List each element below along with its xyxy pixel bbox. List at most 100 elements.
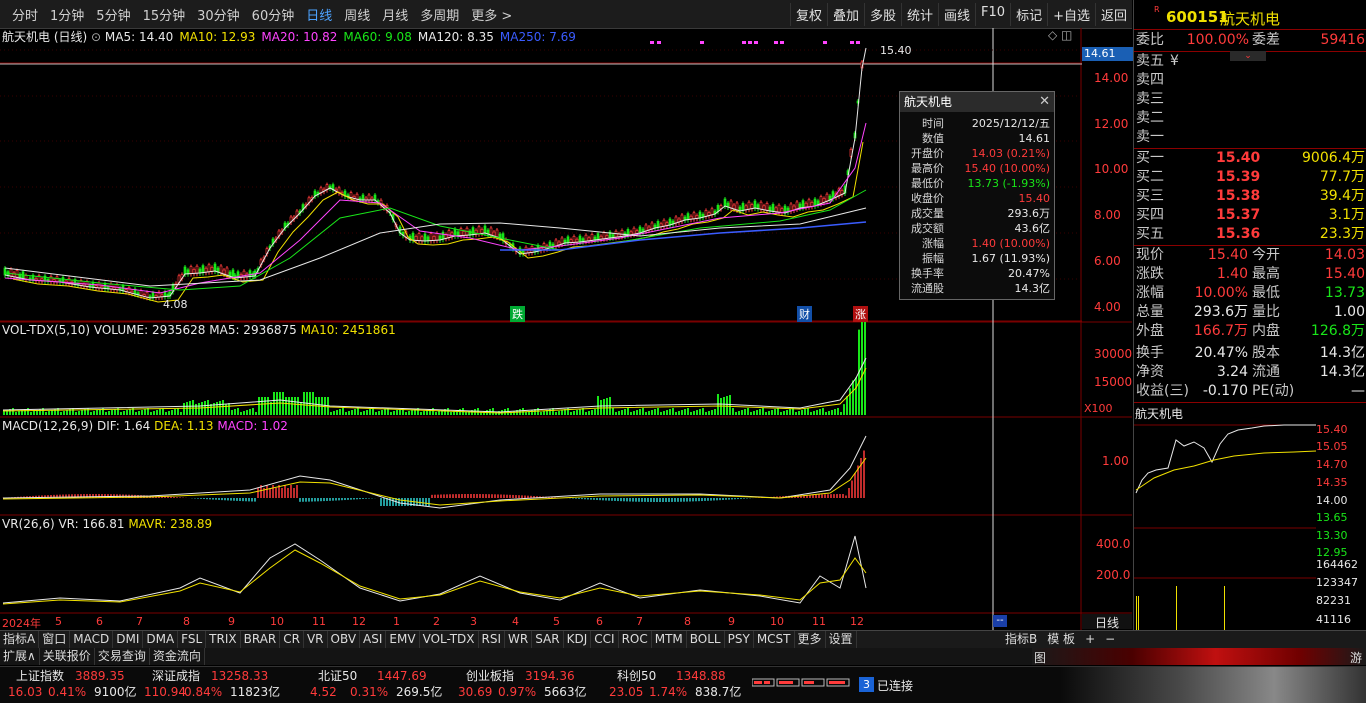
indicator-tab[interactable]: BRAR [241, 631, 281, 648]
period-tab[interactable]: 周线 [338, 5, 376, 24]
vol-y-label: 30000 [1094, 347, 1133, 361]
y-tick-label: 4.00 [1094, 300, 1121, 314]
indicator-tab-right[interactable]: + [1080, 631, 1100, 648]
connection-status[interactable]: 已连接 [877, 677, 913, 694]
period-button[interactable]: 日线 [1082, 614, 1132, 630]
index-name[interactable]: 科创50 [617, 668, 656, 684]
index-name[interactable]: 上证指数 [16, 668, 64, 684]
indicator-tab[interactable]: BOLL [687, 631, 725, 648]
index-name[interactable]: 深证成指 [152, 668, 200, 684]
status-bar: 上证指数 3889.35 16.03 0.41% 9100亿 深证成指 13258.33 11… [0, 666, 1366, 703]
toolbar-action[interactable]: 统计 [901, 3, 938, 26]
current-price-tag: 14.61 [1082, 47, 1134, 61]
news-ticker[interactable]: 图 游 [1032, 648, 1366, 665]
indicator-tab[interactable]: VOL-TDX [420, 631, 479, 648]
ma-legend-item: MA10: 12.93 [179, 30, 256, 44]
indicator-tab[interactable]: 设置 [826, 631, 857, 648]
indicator-tab[interactable]: DMI [113, 631, 144, 648]
indicator-tab[interactable]: ASI [360, 631, 387, 648]
vr-title: VR(26,6) [2, 517, 55, 531]
period-tab[interactable]: 月线 [376, 5, 414, 24]
toolbar-action[interactable]: 画线 [938, 3, 975, 26]
toolbar-action[interactable]: 复权 [789, 3, 827, 26]
ask-row[interactable]: 卖五 ¥ [1134, 52, 1366, 71]
stat-row: 现价 15.40 今开 14.03 [1136, 247, 1365, 263]
period-tab[interactable]: 更多 > [465, 5, 518, 24]
indicator-tab[interactable]: MACD [70, 631, 114, 648]
marker-up[interactable]: 涨 [853, 306, 868, 322]
indicator-tab[interactable]: MCST [754, 631, 795, 648]
toolbar-action[interactable]: 叠加 [826, 3, 864, 26]
vol-unit: X100 [1084, 402, 1113, 415]
marker-finance[interactable]: 财 [797, 306, 812, 322]
bid-row[interactable]: 买三 15.38 39.4万 [1134, 187, 1366, 206]
bid-row[interactable]: 买五 15.36 23.3万 [1134, 225, 1366, 244]
mini-y-label: 14.70 [1316, 458, 1348, 471]
index-value: 13258.33 [211, 669, 269, 683]
extension-tab[interactable]: 扩展∧ [0, 648, 40, 665]
bid-row[interactable]: 买一 15.40 9006.4万 [1134, 149, 1366, 168]
index-name[interactable]: 创业板指 [466, 668, 514, 684]
indicator-tab[interactable]: 指标A [0, 631, 40, 648]
popup-row: 振幅 1.67 (11.93%) [922, 252, 1050, 265]
indicator-tab[interactable]: SAR [532, 631, 564, 648]
indicator-tab[interactable]: CR [280, 631, 304, 648]
indicator-tab[interactable]: FSL [178, 631, 207, 648]
indicator-tab[interactable]: OBV [328, 631, 361, 648]
extension-tab[interactable]: 关联报价 [40, 648, 95, 665]
indicator-tab[interactable]: KDJ [564, 631, 592, 648]
bid-row[interactable]: 买四 15.37 3.1万 [1134, 206, 1366, 225]
period-tab[interactable]: 15分钟 [137, 5, 192, 24]
popup-row: 时间 2025/12/12/五 [922, 117, 1050, 130]
indicator-tab[interactable]: TRIX [206, 631, 241, 648]
period-tab[interactable]: 1分钟 [44, 5, 90, 24]
x-tick-label: 11 [312, 615, 326, 628]
period-tab[interactable]: 30分钟 [191, 5, 246, 24]
toolbar-action[interactable]: 返回 [1094, 3, 1132, 26]
period-tab[interactable]: 5分钟 [90, 5, 136, 24]
period-tab[interactable]: 60分钟 [246, 5, 301, 24]
macd-title: MACD(12,26,9) [2, 419, 94, 433]
period-tab[interactable]: 日线 [300, 5, 338, 24]
period-tab[interactable]: 分时 [6, 5, 44, 24]
indicator-tab[interactable]: 更多 [795, 631, 826, 648]
indicator-tab[interactable]: PSY [725, 631, 754, 648]
toolbar-action[interactable]: +自选 [1047, 3, 1095, 26]
toolbar-action[interactable]: 多股 [863, 3, 901, 26]
indicator-tab-right[interactable]: 指标B [1000, 631, 1042, 648]
indicator-tab[interactable]: CCI [591, 631, 619, 648]
mini-y-label: 14.35 [1316, 476, 1348, 489]
x-tick-label: 8 [183, 615, 190, 628]
main-legend: 航天机电 (日线) ⊙ MA5: 14.40 MA10: 12.93 MA20: 1… [2, 28, 582, 45]
indicator-tab[interactable]: DMA [143, 631, 179, 648]
indicator-tab[interactable]: VR [304, 631, 328, 648]
indicator-tab-right[interactable]: − [1100, 631, 1120, 648]
settings-icon[interactable]: ⊙ [91, 30, 101, 44]
indicator-tabs: 指标A 窗口 MACD DMI DMA FSL TRIX BRAR CR VR OBV ASI EMV V… [0, 630, 1366, 648]
extension-tab[interactable]: 交易查询 [95, 648, 150, 665]
popup-row: 最高价 15.40 (10.00%) [911, 162, 1050, 175]
chart-corner-icons[interactable]: ◇ ◫ [1048, 28, 1072, 42]
data-popup: 航天机电 ✕ 时间 2025/12/12/五 数值 14.61 开盘价 14.03 (0.… [899, 91, 1055, 300]
ask-row[interactable]: 卖二 [1134, 109, 1366, 128]
toolbar-action[interactable]: 标记 [1010, 3, 1047, 26]
close-icon[interactable]: ✕ [1039, 94, 1050, 109]
marker-down[interactable]: 跌 [510, 306, 525, 322]
indicator-tab[interactable]: ROC [619, 631, 652, 648]
indicator-tab[interactable]: EMV [386, 631, 420, 648]
ask-row[interactable]: 卖一 [1134, 128, 1366, 147]
index-name[interactable]: 北证50 [318, 668, 357, 684]
indicator-tab-right[interactable]: 模 板 [1042, 631, 1080, 648]
macd-legend: MACD(12,26,9) DIF: 1.64 DEA: 1.13 MACD: … [2, 419, 288, 433]
connection-count: 3 [859, 677, 874, 692]
toolbar-action[interactable]: F10 [975, 3, 1010, 26]
period-tab[interactable]: 多周期 [414, 5, 465, 24]
indicator-tab[interactable]: 窗口 [39, 631, 71, 648]
ask-row[interactable]: 卖四 [1134, 71, 1366, 90]
bid-row[interactable]: 买二 15.39 77.7万 [1134, 168, 1366, 187]
indicator-tab[interactable]: MTM [652, 631, 687, 648]
extension-tab[interactable]: 资金流向 [150, 648, 205, 665]
indicator-tab[interactable]: WR [505, 631, 533, 648]
ask-row[interactable]: 卖三 [1134, 90, 1366, 109]
indicator-tab[interactable]: RSI [479, 631, 506, 648]
